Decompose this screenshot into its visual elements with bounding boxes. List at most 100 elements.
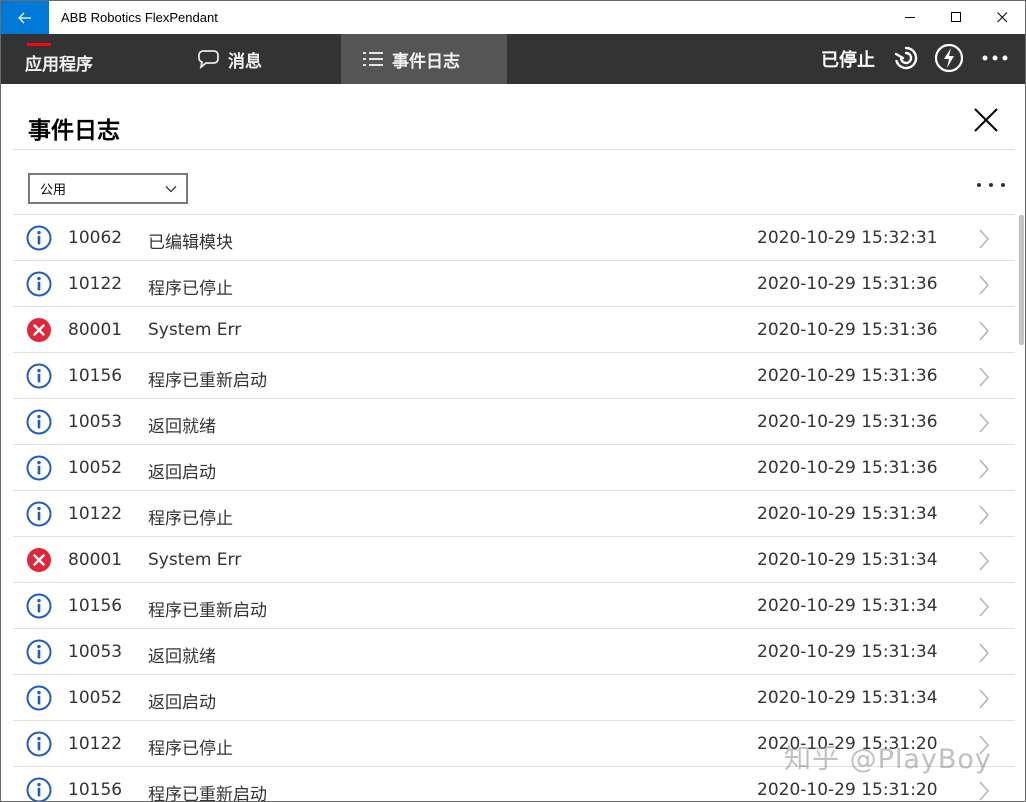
close-page-button[interactable] — [969, 103, 1003, 137]
watermark: 知乎 @PlayBoy — [784, 744, 992, 775]
divider — [13, 149, 1015, 150]
info-circle-icon — [26, 225, 52, 251]
event-title: 返回就绪 — [148, 647, 216, 667]
event-row[interactable]: 10122 程序已停止 2020-10-29 15:31:34 — [13, 491, 1015, 537]
chevron-right-icon — [977, 550, 991, 577]
swirl-icon — [894, 46, 918, 70]
info-circle-icon — [26, 271, 52, 297]
chevron-right-icon — [977, 366, 991, 393]
info-circle-icon — [26, 685, 52, 711]
tab-messages[interactable]: 消息 — [196, 34, 262, 84]
event-code: 10156 — [68, 596, 123, 616]
speech-bubble-icon — [198, 50, 219, 70]
chevron-right-icon — [977, 504, 991, 531]
info-circle-icon — [26, 777, 52, 801]
event-title: 返回就绪 — [148, 417, 216, 437]
event-row[interactable]: 80001 System Err 2020-10-29 15:31:36 — [13, 307, 1015, 353]
chevron-right-icon — [977, 688, 991, 715]
domain-filter-select[interactable]: 公用 — [28, 173, 188, 204]
event-title: 已编辑模块 — [148, 233, 233, 253]
event-timestamp: 2020-10-29 15:31:34 — [757, 688, 938, 708]
event-timestamp: 2020-10-29 15:32:31 — [757, 228, 938, 248]
event-row[interactable]: 80001 System Err 2020-10-29 15:31:34 — [13, 537, 1015, 583]
info-circle-icon — [26, 455, 52, 481]
event-timestamp: 2020-10-29 15:31:34 — [757, 642, 938, 662]
event-row[interactable]: 10062 已编辑模块 2020-10-29 15:32:31 — [13, 215, 1015, 261]
chevron-down-icon — [165, 186, 177, 193]
chevron-right-icon — [977, 596, 991, 623]
event-row[interactable]: 10156 程序已重新启动 2020-10-29 15:31:34 — [13, 583, 1015, 629]
event-row[interactable]: 10053 返回就绪 2020-10-29 15:31:36 — [13, 399, 1015, 445]
chevron-right-icon — [977, 274, 991, 301]
chevron-right-icon — [977, 642, 991, 669]
event-timestamp: 2020-10-29 15:31:36 — [757, 366, 938, 386]
event-title: 程序已重新启动 — [148, 785, 267, 802]
motors-power-button[interactable] — [933, 42, 965, 74]
event-title: 程序已重新启动 — [148, 371, 267, 391]
event-row[interactable]: 10053 返回就绪 2020-10-29 15:31:34 — [13, 629, 1015, 675]
event-title: 返回启动 — [148, 693, 216, 713]
event-row[interactable]: 10052 返回启动 2020-10-29 15:31:34 — [13, 675, 1015, 721]
event-row[interactable]: 10156 程序已重新启动 2020-10-29 15:31:36 — [13, 353, 1015, 399]
event-list: 10062 已编辑模块 2020-10-29 15:32:31 10122 程序已停止 2… — [13, 215, 1015, 802]
title-bar: ABB Robotics FlexPendant — [1, 1, 1025, 34]
tab-application-label: 应用程序 — [25, 54, 93, 75]
window-controls — [887, 1, 1025, 34]
event-code: 10052 — [68, 458, 123, 478]
chevron-right-icon — [977, 780, 991, 801]
app-header: 应用程序 消息 事件日志 已停止 — [1, 34, 1025, 84]
event-code: 10053 — [68, 412, 123, 432]
event-title: 程序已停止 — [148, 279, 233, 299]
window-title: ABB Robotics FlexPendant — [61, 10, 218, 25]
event-timestamp: 2020-10-29 15:31:36 — [757, 320, 938, 340]
flexpendant-window: ABB Robotics FlexPendant 应用程序 消息 事件日志 已停… — [0, 0, 1026, 802]
minimize-icon — [904, 17, 915, 18]
event-row[interactable]: 10052 返回启动 2020-10-29 15:31:36 — [13, 445, 1015, 491]
close-icon — [974, 108, 998, 132]
more-dots-icon — [982, 55, 1008, 61]
robot-state-button[interactable] — [890, 42, 922, 74]
info-circle-icon — [26, 593, 52, 619]
maximize-button[interactable] — [933, 1, 979, 34]
event-title: 程序已重新启动 — [148, 601, 267, 621]
event-title: System Err — [148, 550, 242, 570]
error-x-circle-icon — [26, 317, 52, 343]
more-options-button[interactable] — [979, 42, 1011, 74]
tab-event-log[interactable]: 事件日志 — [341, 34, 507, 84]
event-timestamp: 2020-10-29 15:31:34 — [757, 550, 938, 570]
tab-messages-label: 消息 — [228, 51, 262, 72]
info-circle-icon — [26, 731, 52, 757]
close-window-button[interactable] — [979, 1, 1025, 34]
event-timestamp: 2020-10-29 15:31:36 — [757, 274, 938, 294]
chevron-right-icon — [977, 228, 991, 255]
event-code: 80001 — [68, 320, 123, 340]
event-code: 10156 — [68, 780, 123, 800]
tab-event-log-label: 事件日志 — [392, 51, 460, 72]
event-code: 10122 — [68, 734, 123, 754]
event-code: 10062 — [68, 228, 123, 248]
maximize-icon — [950, 12, 961, 22]
list-more-options-button[interactable] — [973, 177, 1009, 193]
list-scrollbar[interactable] — [1019, 215, 1024, 345]
info-circle-icon — [26, 409, 52, 435]
info-circle-icon — [26, 639, 52, 665]
more-dots-icon — [977, 183, 1005, 187]
domain-filter-value: 公用 — [40, 183, 67, 198]
event-code: 10053 — [68, 642, 123, 662]
event-timestamp: 2020-10-29 15:31:36 — [757, 412, 938, 432]
chevron-right-icon — [977, 412, 991, 439]
back-arrow-icon — [18, 12, 31, 23]
event-timestamp: 2020-10-29 15:31:20 — [757, 780, 938, 800]
tab-application[interactable]: 应用程序 — [25, 34, 135, 84]
event-timestamp: 2020-10-29 15:31:34 — [757, 504, 938, 524]
controller-status[interactable]: 已停止 — [821, 34, 875, 84]
event-title: System Err — [148, 320, 242, 340]
event-code: 10052 — [68, 688, 123, 708]
minimize-button[interactable] — [887, 1, 933, 34]
event-row[interactable]: 10122 程序已停止 2020-10-29 15:31:36 — [13, 261, 1015, 307]
back-button[interactable] — [1, 1, 49, 34]
page-title: 事件日志 — [28, 118, 120, 144]
close-icon — [996, 12, 1007, 23]
chevron-right-icon — [977, 458, 991, 485]
event-code: 10156 — [68, 366, 123, 386]
